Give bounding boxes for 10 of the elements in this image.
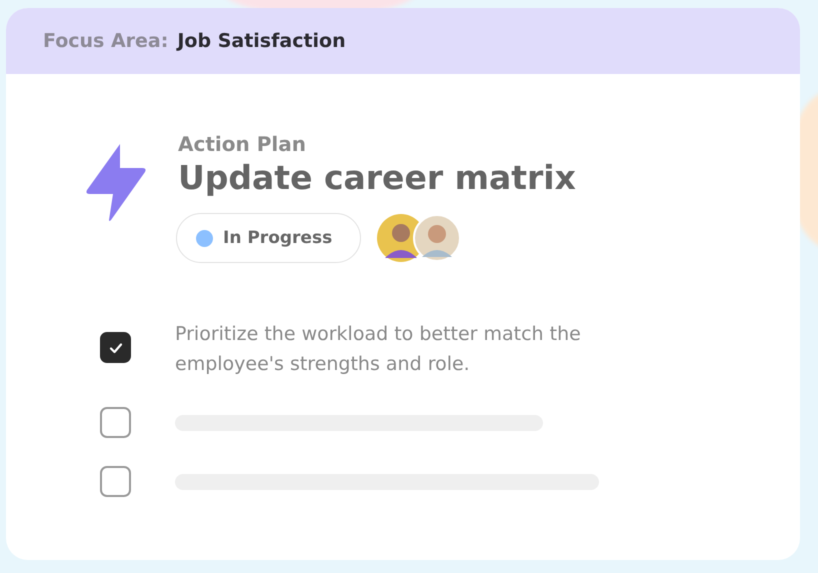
task-text: Prioritize the workload to better match the employee's strengths and role. bbox=[175, 322, 582, 377]
avatar bbox=[413, 214, 462, 262]
checkbox[interactable] bbox=[100, 466, 131, 497]
status-label: In Progress bbox=[223, 228, 332, 248]
header-label: Focus Area: bbox=[43, 30, 168, 52]
checkbox[interactable] bbox=[100, 407, 131, 438]
checkbox[interactable] bbox=[100, 332, 131, 363]
header-value: Job Satisfaction bbox=[177, 30, 346, 52]
plan-label: Action Plan bbox=[178, 132, 307, 156]
plan-title: Update career matrix bbox=[178, 158, 576, 197]
